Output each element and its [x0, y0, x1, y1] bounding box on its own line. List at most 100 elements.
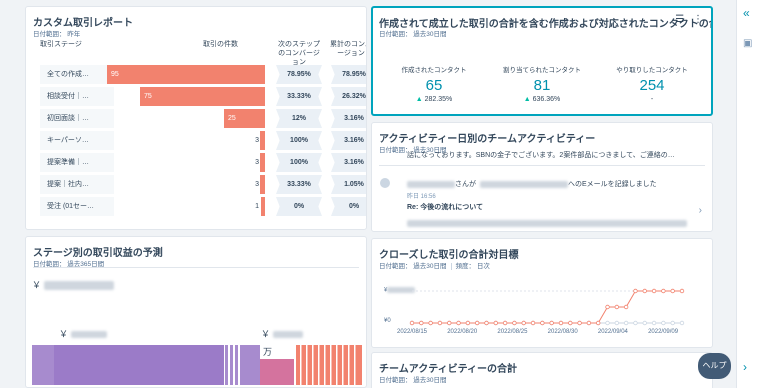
data-point	[540, 320, 545, 326]
data-point	[512, 320, 517, 326]
data-point	[428, 320, 433, 326]
next-step-conversion: 33.33%	[276, 87, 322, 106]
header-stage: 取引ステージ	[40, 41, 82, 48]
funnel-row[interactable]: 提案｜社内… 3 33.33% 1.05%	[33, 175, 366, 194]
cumulative-conversion: 1.05%	[331, 175, 366, 194]
up-arrow-icon: ▲	[415, 96, 423, 103]
help-button[interactable]: ヘルプ	[698, 353, 731, 379]
next-step-conversion: 33.33%	[276, 175, 322, 194]
filter-icon[interactable]: ☰	[675, 14, 684, 25]
bar-value: 95	[111, 71, 119, 78]
data-point	[642, 320, 647, 326]
data-point	[642, 288, 647, 294]
cumulative-conversion: 78.95%	[331, 65, 366, 84]
cumulative-conversion: 3.16%	[331, 109, 366, 128]
data-point	[549, 320, 554, 326]
funnel-row[interactable]: 相談受付｜… 75 33.33% 26.32%	[33, 87, 366, 106]
stage-label: 初回面談｜…	[40, 109, 114, 128]
card-title[interactable]: ステージ別の取引収益の予測	[33, 244, 163, 259]
card-title[interactable]: アクティビティー日別のチームアクティビティー	[379, 130, 595, 145]
funnel-row[interactable]: キーパーソ… 3 100% 3.16%	[33, 131, 366, 150]
revenue-forecast-card: ステージ別の取引収益の予測 日付範囲： 過去365日間 ￥ ￥ ￥ 万	[25, 236, 367, 388]
data-point	[456, 320, 461, 326]
metric-delta: 282.35%	[424, 96, 453, 103]
data-point	[614, 320, 620, 326]
chat-icon[interactable]: ▣	[743, 38, 752, 49]
data-point	[623, 304, 629, 310]
bar-value: 75	[144, 93, 152, 100]
redacted-contact	[480, 180, 568, 188]
avatar	[380, 178, 390, 188]
bar-track: 75	[107, 87, 265, 106]
funnel-row[interactable]: 初回面談｜… 25 12% 3.16%	[33, 109, 366, 128]
x-tick-label: 2022/09/04	[598, 329, 629, 335]
data-point	[447, 320, 452, 326]
metric-label: やり取りしたコンタクト	[616, 67, 688, 74]
data-point	[633, 320, 638, 326]
divider	[33, 267, 359, 268]
series-line	[412, 290, 682, 324]
deal-count: 3	[255, 181, 259, 188]
stacked-bar[interactable]: 万	[32, 345, 362, 385]
team-activity-by-day-card: アクティビティー日別のチームアクティビティー 日付範囲： 過去30日間 話になっ…	[371, 122, 713, 232]
data-point	[586, 320, 592, 326]
next-step-conversion: 100%	[276, 131, 322, 150]
segment-value: ￥	[59, 327, 107, 340]
stage-label: 相談受付｜…	[40, 87, 114, 106]
divider	[379, 165, 705, 166]
activity-action: へのEメールを記録しました	[568, 181, 657, 188]
activity-actor-suffix: さんが	[455, 181, 476, 188]
data-point	[670, 288, 675, 294]
funnel-bar[interactable]: 75	[140, 87, 265, 106]
card-title[interactable]: カスタム取引レポート	[33, 14, 133, 29]
data-point	[661, 320, 666, 326]
up-arrow-icon: ▲	[523, 96, 531, 103]
data-point	[614, 304, 620, 310]
x-tick-label: 2022/08/30	[548, 329, 579, 335]
redacted-name	[407, 180, 455, 188]
data-point	[474, 320, 480, 326]
stage-label: 全ての作成…	[40, 65, 114, 84]
activity-body	[407, 215, 687, 231]
funnel-bar[interactable]: 95	[107, 65, 265, 84]
bar-track: 3	[107, 131, 265, 150]
data-point	[484, 320, 489, 326]
deal-count: 1	[255, 203, 259, 210]
funnel-bar[interactable]	[260, 131, 265, 150]
activity-preview: 話になっております。SBNの金子でございます。2案件部品につきまして、ご連絡の…	[407, 152, 675, 159]
expand-icon[interactable]: ›	[743, 360, 747, 374]
right-rail: « ▣ ›	[736, 0, 760, 388]
funnel-bar[interactable]	[260, 175, 265, 194]
metric-delta: -	[650, 96, 654, 103]
funnel-row[interactable]: 提案準備｜… 3 100% 3.16%	[33, 153, 366, 172]
metric-delta: 636.36%	[532, 96, 561, 103]
card-title[interactable]: チームアクティビティーの合計	[379, 360, 517, 375]
line-chart[interactable]: 2022/08/15 2022/08/20 2022/08/25 2022/08/30…	[372, 239, 713, 348]
data-point	[679, 288, 685, 294]
man-label: 万	[261, 345, 275, 358]
collapse-icon[interactable]: «	[743, 6, 750, 20]
date-range: 日付範囲： 過去30日間	[379, 31, 447, 38]
more-icon[interactable]: ⋮	[693, 14, 703, 25]
total-value: ￥	[32, 278, 114, 291]
funnel-row[interactable]: 全ての作成… 95 78.95% 78.95%	[33, 65, 366, 84]
funnel-bar[interactable]	[260, 153, 265, 172]
data-point	[651, 320, 657, 326]
x-tick-label: 2022/08/25	[497, 329, 528, 335]
activity-subject[interactable]: Re: 今後の流れについて	[407, 202, 483, 212]
funnel-bar[interactable]: 25	[224, 109, 265, 128]
header-count: 取引の件数	[203, 41, 238, 48]
closed-deals-vs-goal-card: クローズした取引の合計対目標 日付範囲： 過去30日間 頻度： 日次 ¥ ¥0 2…	[371, 238, 713, 348]
funnel-row[interactable]: 受注 (01セー… 1 0% 0%	[33, 197, 366, 216]
data-point	[568, 320, 573, 326]
bar-track: 3	[107, 153, 265, 172]
next-step-conversion: 12%	[276, 109, 322, 128]
metric-label: 割り当てられたコンタクト	[503, 67, 581, 74]
funnel-bar[interactable]	[261, 197, 265, 216]
activity-time: 昨日 16:56	[407, 194, 436, 200]
data-point	[465, 320, 471, 326]
stage-label: 提案準備｜…	[40, 153, 114, 172]
segment-value: ￥	[261, 327, 303, 340]
chevron-right-icon[interactable]: ›	[699, 205, 702, 216]
bar-track: 3	[107, 175, 265, 194]
